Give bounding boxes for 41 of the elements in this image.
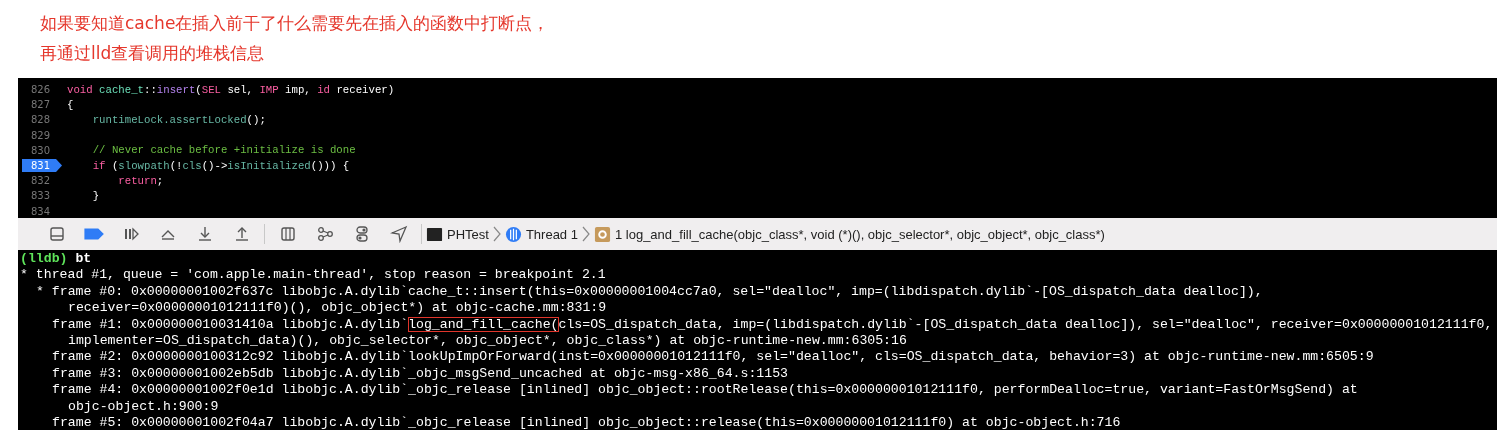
console-line: frame #1: 0x000000010031410a libobjc.A.dylib`log_and_fill_cache(cls=OS_dispatch_data, imp=(libdispatch.dylib`-[OS_dispatch_data dealloc]), sel="dealloc", receiver=0x00000001012111f0,	[52, 316, 1493, 334]
current-line-number: 831	[22, 159, 62, 173]
console-toggle-icon[interactable]	[47, 225, 66, 243]
terminal-icon	[426, 225, 443, 243]
chevron-icon	[492, 225, 501, 243]
console-line: objc-object.h:900:9	[68, 398, 219, 416]
code-line: runtimeLock.assertLocked();	[91, 113, 266, 126]
line-number: 834	[29, 204, 51, 218]
line-number: 826	[29, 83, 51, 97]
location-arrow-icon[interactable]	[389, 225, 408, 243]
console-line: frame #3: 0x00000001002eb5db libobjc.A.dylib`_objc_msgSend_uncached at objc-msg-x86_64.s:1153	[52, 365, 788, 383]
annotation-text: 再通过lld查看调用的堆栈信息	[40, 42, 265, 65]
code-line: }	[91, 189, 100, 202]
console-line: * frame #0: 0x00000001002f637c libobjc.A.dylib`cache_t::insert(this=0x00000001004cc7a0, sel="dealloc", imp=(libdispatch.dylib`-[OS_dispatch_data dealloc]),	[36, 283, 1263, 301]
code-line: void cache_t::insert(SEL sel, IMP imp, id receiver)	[67, 83, 395, 96]
console-command: (lldb) bt	[20, 251, 92, 268]
console-line: frame #4: 0x00000001002f0e1d libobjc.A.dylib`_objc_release [inlined] objc_object::rootRelease(this=0x00000001012111f0, performDealloc=true, variant=FastOrMsgSend) at	[52, 382, 1358, 399]
console-line: * thread #1, queue = 'com.apple.main-thread', stop reason = breakpoint 2.1	[20, 267, 606, 284]
line-number: 827	[29, 98, 51, 112]
line-number: 832	[29, 174, 51, 188]
annotation-text: 如果要知道cache在插入前干了什么需要先在插入的函数中打断点，	[40, 12, 550, 35]
code-line: return;	[117, 174, 164, 187]
line-number: 833	[29, 189, 51, 203]
console-line: frame #2: 0x0000000100312c92 libobjc.A.dylib`lookUpImpOrForward(inst=0x00000001012111f0, sel="dealloc", cls=OS_dispatch_data, behavior=3) at objc-runtime-new.mm:6505:9	[52, 349, 1374, 366]
line-number: 829	[29, 128, 51, 142]
code-line: if (slowpath(!cls()->isInitialized())) {	[91, 159, 350, 172]
breadcrumb-item[interactable]: Thread 1	[504, 225, 578, 243]
breadcrumb-item[interactable]: PHTest	[426, 225, 489, 243]
code-comment: // Never cache before +initialize is done	[91, 144, 356, 157]
memory-graph-icon[interactable]	[315, 225, 334, 243]
chevron-icon	[581, 225, 590, 243]
console-line: receiver=0x00000001012111f0)(), objc_object*) at objc-cache.mm:831:9	[68, 300, 607, 317]
thread-icon	[504, 225, 522, 243]
line-number: 830	[29, 143, 51, 157]
breadcrumb-item[interactable]: 1 log_and_fill_cache(objc_class*, void (*)(), objc_selector*, objc_object*, objc_class*)	[593, 225, 1105, 243]
line-number: 828	[29, 113, 51, 127]
view-hierarchy-icon[interactable]	[278, 225, 297, 243]
console-line: implementer=OS_dispatch_data)(), objc_selector*, objc_object*, objc_class*) at objc-runtime-new.mm:6305:16	[68, 333, 907, 350]
console-line: frame #5: 0x00000001002f04a7 libobjc.A.dylib`_objc_release [inlined] objc_object::release(this=0x00000001012111f0) at objc-object.h:716	[52, 415, 1121, 430]
breakpoint-toggle-icon[interactable]	[83, 228, 104, 240]
code-line: {	[67, 98, 74, 111]
